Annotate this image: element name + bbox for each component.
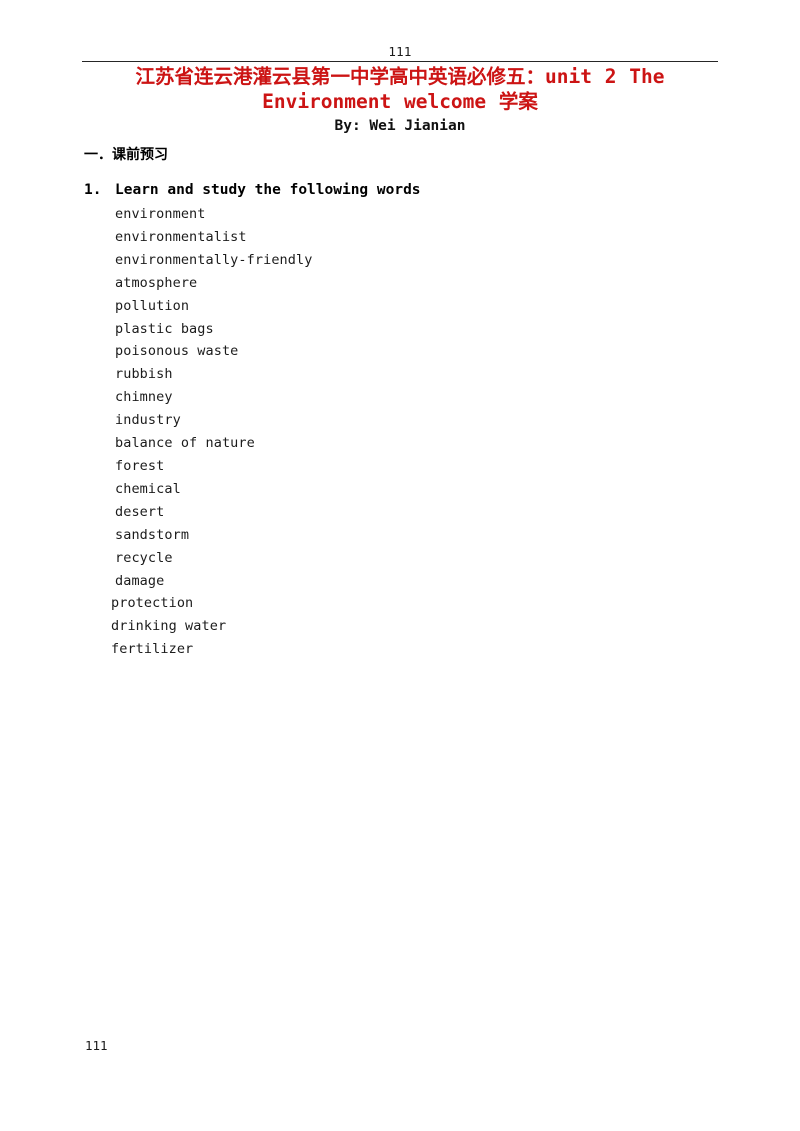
vocabulary-item: pollution xyxy=(115,297,190,314)
title-block: 江苏省连云港灌云县第一中学高中英语必修五：unit 2 The Environm… xyxy=(82,64,718,136)
vocabulary-item: recycle xyxy=(115,549,173,566)
vocabulary-item: damage xyxy=(115,572,165,589)
vocabulary-item: rubbish xyxy=(115,366,173,383)
task-number: 1. xyxy=(84,182,102,198)
page-header: 111 xyxy=(82,44,718,62)
vocabulary-item: environment xyxy=(115,206,206,222)
vocabulary-item: fertilizer xyxy=(111,641,194,658)
document-title-line-1: 江苏省连云港灌云县第一中学高中英语必修五：unit 2 The xyxy=(135,65,665,88)
document-title: 江苏省连云港灌云县第一中学高中英语必修五：unit 2 The Environm… xyxy=(82,64,718,114)
section-heading: 一．课前预习 xyxy=(84,147,168,163)
vocabulary-item: balance of nature xyxy=(115,435,255,452)
header-page-number: 111 xyxy=(388,44,412,59)
document-title-line-2: Environment welcome 学案 xyxy=(262,90,538,113)
document-byline: By: Wei Jianian xyxy=(334,118,466,134)
vocabulary-item: chemical xyxy=(115,480,181,497)
vocabulary-item: sandstorm xyxy=(115,526,190,543)
vocabulary-item: environmentalist xyxy=(115,228,247,245)
vocabulary-item: forest xyxy=(115,457,165,474)
document-page: 111 江苏省连云港灌云县第一中学高中英语必修五：unit 2 The Envi… xyxy=(0,0,800,1131)
vocabulary-item: environmentally-friendly xyxy=(115,251,313,268)
vocabulary-item: plastic bags xyxy=(115,320,214,337)
vocabulary-item: drinking water xyxy=(111,618,227,635)
vocabulary-item: protection xyxy=(111,595,194,612)
header-divider xyxy=(82,61,718,62)
vocabulary-item: chimney xyxy=(115,389,173,406)
vocabulary-list: environment environmentalist environmental… xyxy=(0,203,800,661)
vocabulary-item: poisonous waste xyxy=(115,343,239,360)
vocabulary-item: atmosphere xyxy=(115,274,198,291)
task-item: 1. Learn and study the following words xyxy=(84,180,704,200)
vocabulary-item: industry xyxy=(115,412,181,429)
task-text: Learn and study the following words xyxy=(115,182,421,198)
vocabulary-item: desert xyxy=(115,503,165,520)
footer-page-number: 111 xyxy=(85,1038,108,1053)
